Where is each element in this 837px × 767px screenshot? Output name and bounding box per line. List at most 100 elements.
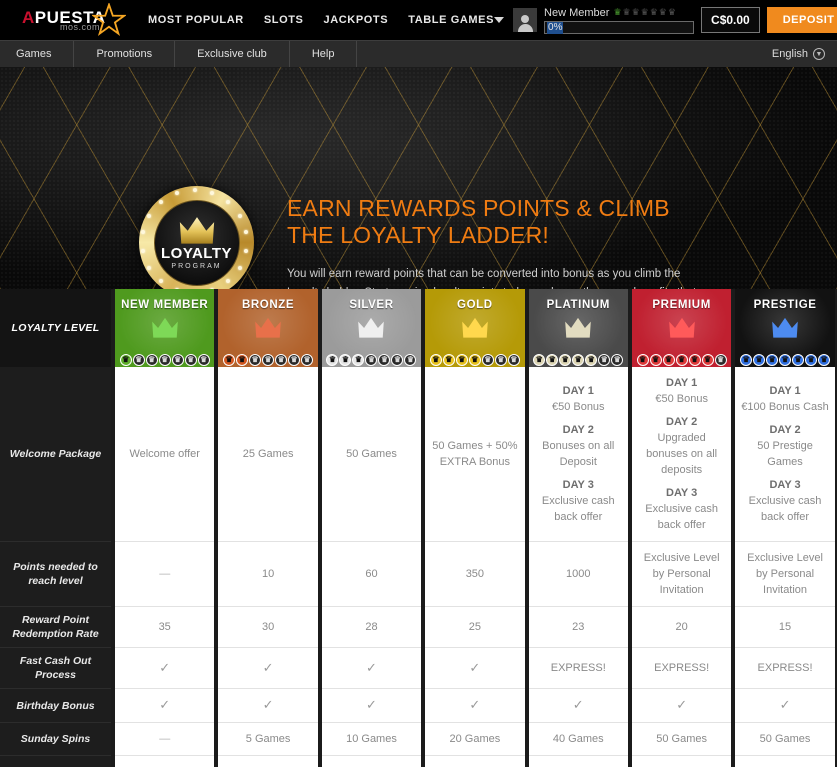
cell-value: EXPRESS!	[550, 662, 606, 674]
nav-item-slots[interactable]: SLOTS	[264, 14, 304, 26]
tier-pip: ♛	[391, 354, 404, 366]
chevron-down-icon[interactable]	[494, 17, 505, 23]
table-cell: 25	[421, 606, 529, 648]
member-status-block: New Member ♛♛♛♛♛♛♛ 0%	[544, 6, 695, 34]
table-cell: ✓	[110, 688, 219, 723]
row-label: Fast Cash Out Process	[0, 647, 113, 689]
account-area: New Member ♛♛♛♛♛♛♛ 0% C$0.00 DEPOSIT	[494, 6, 837, 34]
tier-name: SILVER	[349, 299, 394, 311]
loyalty-level-corner-label: LOYALTY LEVEL	[0, 289, 113, 367]
table-cell: 35	[110, 606, 219, 648]
table-cell: 20	[627, 606, 736, 648]
tier-pip: ♛	[533, 354, 546, 366]
cell-value: EXPRESS!	[757, 662, 813, 674]
table-cell: DAY 1 €50 Bonus DAY 2 Upgraded bonuses on a…	[627, 367, 736, 542]
row-label: Reward Point Redemption Rate	[0, 606, 113, 648]
tier-pip: ♛	[119, 354, 132, 366]
day-label: DAY 3	[666, 487, 698, 499]
cell-value: Exclusive Level by Personal Invitation	[643, 552, 720, 596]
tier-pip: ♛	[378, 354, 391, 366]
tier-header-gold[interactable]: GOLD ♛ ♛ ♛ ♛ ♛ ♛ ♛	[421, 289, 529, 367]
tier-pip: ♛	[249, 354, 262, 366]
nav-item-jackpots[interactable]: JACKPOTS	[323, 14, 388, 26]
cell-value: 1000	[566, 568, 591, 580]
tier-pip: ♛	[339, 354, 352, 366]
day-value: Bonuses on all Deposit	[542, 440, 615, 468]
day-label: DAY 2	[769, 424, 801, 436]
table-cell: 1000	[524, 541, 632, 607]
tier-header-new-member[interactable]: NEW MEMBER ♛ ♛ ♛ ♛ ♛ ♛ ♛	[110, 289, 219, 367]
cell-value: Welcome offer	[129, 448, 200, 460]
site-logo[interactable]: APUESTA mos.com	[12, 3, 134, 37]
subnav-item-exclusive-club[interactable]: Exclusive club	[175, 40, 290, 68]
row-label: Birthday Bonus	[0, 688, 113, 723]
table-cell: ✓	[421, 647, 529, 689]
check-icon: ✓	[469, 697, 481, 712]
hero-heading-line2: THE LOYALTY LADDER!	[287, 222, 549, 248]
table-cell: EXPRESS!	[524, 647, 632, 689]
badge-gem-dot	[225, 199, 230, 204]
tier-pip-row: ♛ ♛ ♛ ♛ ♛ ♛ ♛	[115, 354, 214, 366]
badge-gem-dot	[141, 230, 146, 235]
table-body: Welcome Package Welcome offer 25 Games 50 G…	[0, 367, 837, 767]
day-label: DAY 1	[666, 377, 698, 389]
tier-header-silver[interactable]: SILVER ♛ ♛ ♛ ♛ ♛ ♛ ♛	[317, 289, 426, 367]
tier-pip: ♛	[507, 354, 520, 366]
subnav-item-promotions[interactable]: Promotions	[74, 40, 176, 68]
tier-crown-icon	[668, 317, 695, 338]
tier-pip: ♛	[714, 354, 727, 366]
check-icon: ✓	[572, 697, 584, 712]
tier-pip: ♛	[675, 354, 688, 366]
tier-name: NEW MEMBER	[121, 299, 209, 311]
tier-name: PLATINUM	[546, 299, 610, 311]
table-cell: Exclusive Level by Personal Invitation	[731, 541, 837, 607]
day-label: DAY 3	[769, 479, 801, 491]
day-value: €50 Bonus	[655, 393, 708, 405]
badge-gem-dot	[159, 199, 164, 204]
deposit-button[interactable]: DEPOSIT	[766, 7, 837, 33]
tier-pip: ♛	[275, 354, 288, 366]
day-value: Exclusive cash back offer	[541, 495, 615, 523]
check-icon: ✓	[779, 697, 791, 712]
day-label: DAY 1	[769, 385, 801, 397]
cell-value: 20 Games	[449, 733, 501, 745]
table-cell: Exclusive Level by Personal Invitation	[627, 541, 736, 607]
primary-nav: MOST POPULAR SLOTS JACKPOTS TABLE GAMES	[148, 14, 494, 26]
tier-pip: ♛	[262, 354, 275, 366]
table-cell: ✓	[317, 755, 426, 767]
table-cell: 350	[421, 541, 529, 607]
tier-pip: ♛	[649, 354, 662, 366]
tier-pip-row: ♛ ♛ ♛ ♛ ♛ ♛ ♛	[425, 354, 524, 366]
loyalty-levels-table: LOYALTY LEVEL NEW MEMBER ♛ ♛ ♛ ♛ ♛ ♛ ♛ BRONZE ♛ ♛ ♛…	[0, 289, 837, 767]
nav-item-table-games[interactable]: TABLE GAMES	[408, 14, 494, 26]
tier-header-premium[interactable]: PREMIUM ♛ ♛ ♛ ♛ ♛ ♛ ♛	[627, 289, 736, 367]
day-label: DAY 2	[562, 424, 594, 436]
badge-gem-dot	[192, 187, 197, 192]
cell-value: 25	[468, 621, 481, 633]
tier-name: PRESTIGE	[753, 299, 817, 311]
tier-crown-icon	[462, 317, 488, 338]
table-cell: 60	[317, 541, 426, 607]
language-selector[interactable]: English ▼	[772, 48, 837, 60]
table-row: LIVE Tournaments—✓✓✓✓✓✓	[0, 755, 837, 767]
cell-value: 40 Games	[552, 733, 604, 745]
tier-pip: ♛	[753, 354, 766, 366]
tier-header-prestige[interactable]: PRESTIGE ♛ ♛ ♛ ♛ ♛ ♛ ♛	[731, 289, 837, 367]
cell-value: EXPRESS!	[654, 662, 710, 674]
check-icon: ✓	[676, 697, 688, 712]
nav-item-most-popular[interactable]: MOST POPULAR	[148, 14, 244, 26]
tier-pip: ♛	[171, 354, 184, 366]
tier-pip: ♛	[701, 354, 714, 366]
tier-header-row: LOYALTY LEVEL NEW MEMBER ♛ ♛ ♛ ♛ ♛ ♛ ♛ BRONZE ♛ ♛ ♛…	[0, 289, 837, 367]
subnav-item-help[interactable]: Help	[290, 40, 358, 68]
table-cell: ✓	[524, 688, 632, 723]
tier-header-platinum[interactable]: PLATINUM ♛ ♛ ♛ ♛ ♛ ♛ ♛	[524, 289, 632, 367]
subnav-item-games[interactable]: Games	[0, 40, 75, 68]
cell-value: 60	[365, 568, 378, 580]
table-cell: 25 Games	[214, 367, 322, 542]
table-row: Fast Cash Out Process ✓ ✓ ✓ ✓ EXPRESS! EXPRESS…	[0, 647, 837, 689]
cell-value: 30	[261, 621, 275, 633]
row-label: Points needed to reach level	[0, 541, 113, 607]
tier-header-bronze[interactable]: BRONZE ♛ ♛ ♛ ♛ ♛ ♛ ♛	[214, 289, 322, 367]
user-avatar-icon[interactable]	[513, 8, 538, 32]
